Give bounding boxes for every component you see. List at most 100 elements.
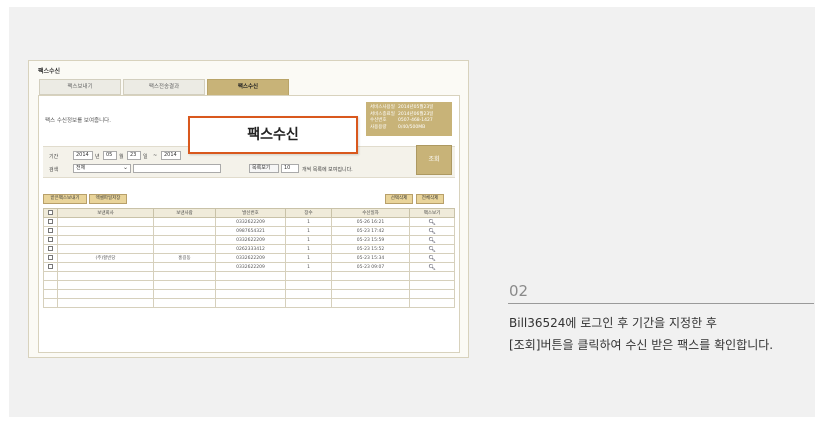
view-fax-cell[interactable]: 🔍︎: [409, 235, 455, 245]
empty-cell: [43, 280, 58, 290]
delete-all-button[interactable]: 전체삭제: [416, 194, 444, 204]
magnifier-icon[interactable]: 🔍︎: [428, 219, 436, 226]
list-count-suffix: 개씩 목록에 보여집니다.: [302, 167, 353, 173]
row-checkbox[interactable]: [48, 245, 53, 251]
row-checkbox-cell[interactable]: [43, 253, 58, 263]
tab-bar: 팩스보내기 팩스전송결과 팩스수신: [39, 79, 468, 97]
month-unit: 월: [119, 154, 124, 160]
cell-date: 05-23 15:59: [331, 235, 410, 245]
empty-cell: [409, 298, 455, 308]
day-unit: 일: [143, 154, 148, 160]
magnifier-icon[interactable]: 🔍︎: [428, 228, 436, 235]
tab-fax-result[interactable]: 팩스전송결과: [123, 79, 205, 95]
select-all-checkbox[interactable]: [48, 209, 53, 215]
empty-cell: [57, 289, 154, 299]
fax-window: 팩스수신 팩스보내기 팩스전송결과 팩스수신 팩스 수신정보를 보여줍니다. 서…: [28, 60, 469, 358]
search-submit-button[interactable]: 조회: [416, 145, 452, 175]
col-header: 발신번호: [215, 208, 286, 218]
keyword-input[interactable]: [133, 164, 221, 173]
step-description-2: [조회]버튼을 클릭하여 수신 받은 팩스를 확인합니다.: [509, 338, 774, 352]
empty-cell: [285, 271, 332, 281]
row-checkbox[interactable]: [48, 263, 53, 269]
row-checkbox[interactable]: [48, 236, 53, 242]
table-row[interactable]: (주)할빈당 홍길동 0332622209 1 05-23 15:34 🔍︎: [43, 253, 455, 263]
cell-person: [153, 262, 216, 272]
cell-number: 0332622209: [215, 262, 286, 272]
list-view-label: 목록보기: [249, 164, 279, 173]
view-fax-cell[interactable]: 🔍︎: [409, 226, 455, 236]
magnifier-icon[interactable]: 🔍︎: [428, 255, 436, 262]
empty-cell: [43, 271, 58, 281]
table-row[interactable]: 0332622209 1 05-23 15:59 🔍︎: [43, 235, 455, 245]
table-row[interactable]: 0332622209 1 05-23 09:07 🔍︎: [43, 262, 455, 272]
row-checkbox-cell[interactable]: [43, 226, 58, 236]
tab-fax-send[interactable]: 팩스보내기: [39, 79, 121, 95]
view-fax-cell[interactable]: 🔍︎: [409, 253, 455, 263]
delete-selected-button[interactable]: 선택삭제: [385, 194, 413, 204]
cell-person: [153, 244, 216, 254]
table-row[interactable]: 0262333412 1 05-23 15:52 🔍︎: [43, 244, 455, 254]
cell-date: 05-23 15:52: [331, 244, 410, 254]
cell-date: 05-23 15:34: [331, 253, 410, 263]
row-checkbox[interactable]: [48, 218, 53, 224]
empty-cell: [57, 280, 154, 290]
from-year-select[interactable]: 2014: [73, 151, 93, 160]
empty-row: [43, 280, 455, 290]
cell-number: 0262333412: [215, 244, 286, 254]
row-checkbox[interactable]: [48, 254, 53, 260]
from-day-select[interactable]: 23: [127, 151, 141, 160]
row-checkbox-cell[interactable]: [43, 244, 58, 254]
callout-label: 팩스수신: [188, 116, 358, 154]
cell-company: [57, 226, 154, 236]
view-fax-cell[interactable]: 🔍︎: [409, 217, 455, 227]
received-fax-send-button[interactable]: 받은팩스보내기: [43, 194, 87, 204]
magnifier-icon[interactable]: 🔍︎: [428, 264, 436, 271]
magnifier-icon[interactable]: 🔍︎: [428, 237, 436, 244]
empty-row: [43, 271, 455, 281]
empty-cell: [215, 298, 286, 308]
cell-pages: 1: [285, 217, 332, 227]
row-checkbox-cell[interactable]: [43, 262, 58, 272]
to-year-select[interactable]: 2014: [161, 151, 181, 160]
cell-company: [57, 262, 154, 272]
col-header: 수신일자: [331, 208, 410, 218]
row-checkbox-cell[interactable]: [43, 217, 58, 227]
cell-date: 05-26 16:21: [331, 217, 410, 227]
step-number: 02: [509, 282, 529, 300]
empty-cell: [215, 271, 286, 281]
empty-cell: [409, 271, 455, 281]
header-checkbox-cell[interactable]: [43, 208, 58, 218]
empty-cell: [43, 289, 58, 299]
cell-person: 홍길동: [153, 253, 216, 263]
empty-cell: [153, 280, 216, 290]
view-fax-cell[interactable]: 🔍︎: [409, 244, 455, 254]
info-text: 팩스 수신정보를 보여줍니다.: [45, 118, 111, 124]
cell-number: 0332622209: [215, 235, 286, 245]
empty-cell: [409, 280, 455, 290]
empty-cell: [331, 298, 410, 308]
year-unit: 년: [95, 154, 100, 160]
empty-cell: [215, 289, 286, 299]
info-row: 사용용량 0/40/500MB: [370, 124, 426, 130]
cell-pages: 1: [285, 226, 332, 236]
row-checkbox[interactable]: [48, 227, 53, 233]
window-title: 팩스수신: [38, 68, 61, 75]
row-checkbox-cell[interactable]: [43, 235, 58, 245]
cell-company: [57, 244, 154, 254]
step-description-1: Bill36524에 로그인 후 기간을 지정한 후: [509, 316, 717, 330]
cell-pages: 1: [285, 244, 332, 254]
fax-table: 보낸회사 보낸사람 발신번호 장수 수신일자 팩스보기 0332622209 1 0…: [43, 208, 455, 308]
cell-company: [57, 217, 154, 227]
cell-number: 0332622209: [215, 253, 286, 263]
list-count-select[interactable]: 10: [281, 164, 299, 173]
excel-save-button[interactable]: 엑셀파일저장: [89, 194, 127, 204]
table-row[interactable]: 0987654321 1 05-23 17:42 🔍︎: [43, 226, 455, 236]
view-fax-cell[interactable]: 🔍︎: [409, 262, 455, 272]
magnifier-icon[interactable]: 🔍︎: [428, 246, 436, 253]
period-label: 기간: [49, 154, 59, 160]
empty-row: [43, 298, 455, 308]
from-month-select[interactable]: 05: [103, 151, 117, 160]
empty-cell: [153, 289, 216, 299]
cell-pages: 1: [285, 253, 332, 263]
table-row[interactable]: 0332622209 1 05-26 16:21 🔍︎: [43, 217, 455, 227]
